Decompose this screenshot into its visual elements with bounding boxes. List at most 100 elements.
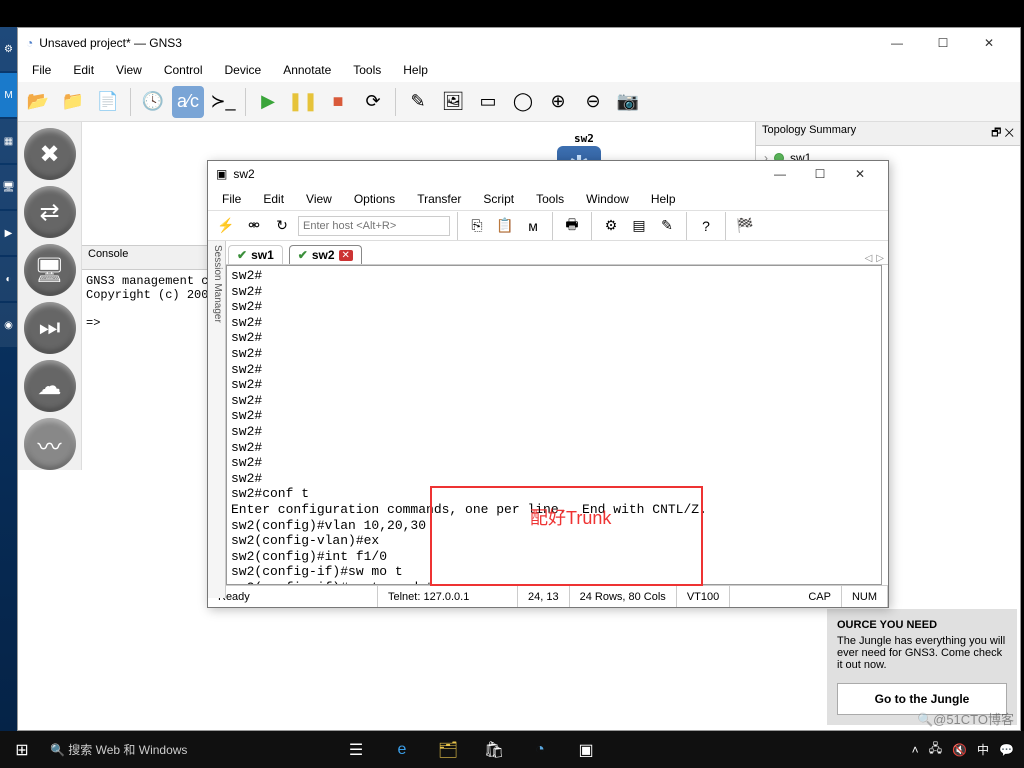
pause-icon[interactable]: ❚❚ [287,86,319,118]
scroll-right-icon[interactable]: ▷ [876,253,884,264]
stop-icon[interactable]: ■ [322,86,354,118]
reconnect-icon[interactable]: ↻ [270,214,294,238]
minimize-button[interactable]: ― [874,28,920,58]
tray-volume-icon[interactable]: 🔇 [952,743,967,757]
menu-options[interactable]: Options [344,190,405,208]
close-button[interactable]: ✕ [966,28,1012,58]
edge-icon[interactable]: e [380,731,424,768]
menu-script[interactable]: Script [473,190,524,208]
tray-notifications-icon[interactable]: 💬 [999,743,1014,757]
play-icon[interactable]: ▶ [252,86,284,118]
edit-icon[interactable]: ✎ [402,86,434,118]
explorer-icon[interactable]: 🗂 [426,731,470,768]
tab-sw2[interactable]: ✔sw2✕ [289,245,362,264]
device-icon[interactable]: ⏭ [24,302,76,354]
menu-annotate[interactable]: Annotate [273,61,341,79]
zoom-in-icon[interactable]: ⊕ [542,86,574,118]
topology-summary-title: Topology Summary [762,124,856,143]
menu-edit[interactable]: Edit [253,190,294,208]
pc-icon[interactable]: 🖥 [24,244,76,296]
close-button[interactable]: ✕ [840,159,880,189]
status-size: 24 Rows, 80 Cols [570,586,677,607]
app-icon[interactable]: ◔ [518,731,562,768]
watermark: 🔍@51CTO博客 [917,709,1014,728]
strip-icon[interactable]: M [0,73,17,117]
log-icon[interactable]: ✎ [655,214,679,238]
menu-tools[interactable]: Tools [343,61,391,79]
search-box[interactable]: 🔍 搜索 Web 和 Windows [44,741,334,758]
tab-label: sw2 [312,248,335,262]
console-icon[interactable]: ≻_ [207,86,239,118]
menu-file[interactable]: File [212,190,251,208]
circle-icon[interactable]: ◯ [507,86,539,118]
highlight-box [430,486,703,586]
tab-sw1[interactable]: ✔sw1 [228,245,283,264]
crt-title: sw2 [233,167,254,181]
image-icon[interactable]: 🖼 [437,86,469,118]
menu-edit[interactable]: Edit [63,61,104,79]
print-icon[interactable]: 🖶 [560,214,584,238]
close-tab-icon[interactable]: ✕ [339,250,353,261]
maximize-button[interactable]: ☐ [920,28,966,58]
copy-icon[interactable]: ⎘ [465,214,489,238]
sessions-icon[interactable]: ▤ [627,214,651,238]
menu-transfer[interactable]: Transfer [407,190,471,208]
menu-view[interactable]: View [296,190,342,208]
strip-icon[interactable]: ▶ [0,211,17,255]
console-title: Console [88,248,128,267]
tray-network-icon[interactable]: 🖧 [929,739,942,760]
menu-file[interactable]: File [22,61,61,79]
open-icon[interactable]: 📂 [22,86,54,118]
menu-control[interactable]: Control [154,61,213,79]
rect-icon[interactable]: ▭ [472,86,504,118]
help-icon[interactable]: ? [694,214,718,238]
strip-icon[interactable]: ◉ [0,303,17,347]
maximize-button[interactable]: ☐ [800,159,840,189]
strip-icon[interactable]: ▦ [0,119,17,163]
connect-icon[interactable]: ⚡ [214,214,238,238]
disconnect-icon[interactable]: ⚮ [242,214,266,238]
tray-ime-icon[interactable]: 中 [977,741,989,758]
paste-icon[interactable]: 📋 [493,214,517,238]
camera-icon[interactable]: 📷 [612,86,644,118]
menu-window[interactable]: Window [576,190,639,208]
store-icon[interactable]: 🛍 [472,731,516,768]
switch-icon[interactable]: ⇄ [24,186,76,238]
session-manager[interactable]: Session Manager [208,241,226,598]
status-term: VT100 [677,586,730,607]
strip-icon[interactable]: 🖥 [0,165,17,209]
open2-icon[interactable]: 📁 [57,86,89,118]
scroll-left-icon[interactable]: ◁ [865,253,873,264]
cloud-icon[interactable]: ☁ [24,360,76,412]
menu-help[interactable]: Help [641,190,686,208]
status-num: NUM [842,586,888,607]
menu-tools[interactable]: Tools [526,190,574,208]
host-input[interactable] [298,216,450,236]
menu-help[interactable]: Help [393,61,438,79]
router-icon[interactable]: ✖ [24,128,76,180]
minimize-button[interactable]: ― [760,159,800,189]
time-icon[interactable]: 🕓 [137,86,169,118]
reload-icon[interactable]: ⟳ [357,86,389,118]
menu-device[interactable]: Device [215,61,272,79]
tray-chevron-icon[interactable]: ˄ [912,743,919,757]
strip-icon[interactable]: ◐ [0,257,17,301]
find-icon[interactable]: ᴍ [521,214,545,238]
text-label-icon[interactable]: a⁄c [172,86,204,118]
panel-controls[interactable]: 🗗 ✕ [991,124,1014,143]
desktop-left-strip: ⚙ M ▦ 🖥 ▶ ◐ ◉ [0,27,17,731]
crt-toolbar: ⚡ ⚮ ↻ ⎘ 📋 ᴍ 🖶 ⚙ ▤ ✎ ? 🏁 [208,211,888,241]
zoom-out-icon[interactable]: ⊖ [577,86,609,118]
status-conn: Telnet: 127.0.0.1 [378,586,518,607]
open3-icon[interactable]: 📄 [92,86,124,118]
jungle-promo: OURCE YOU NEED The Jungle has everything… [827,609,1017,725]
link-icon[interactable]: 〰 [24,418,76,470]
task-view-icon[interactable]: ☰ [334,731,378,768]
flag-icon[interactable]: 🏁 [733,214,757,238]
start-button[interactable]: ⊞ [0,740,44,760]
menu-view[interactable]: View [106,61,152,79]
strip-icon[interactable]: ⚙ [0,27,17,71]
securecrt-task-icon[interactable]: ▣ [564,731,608,768]
settings-icon[interactable]: ⚙ [599,214,623,238]
status-cap: CAP [798,586,842,607]
